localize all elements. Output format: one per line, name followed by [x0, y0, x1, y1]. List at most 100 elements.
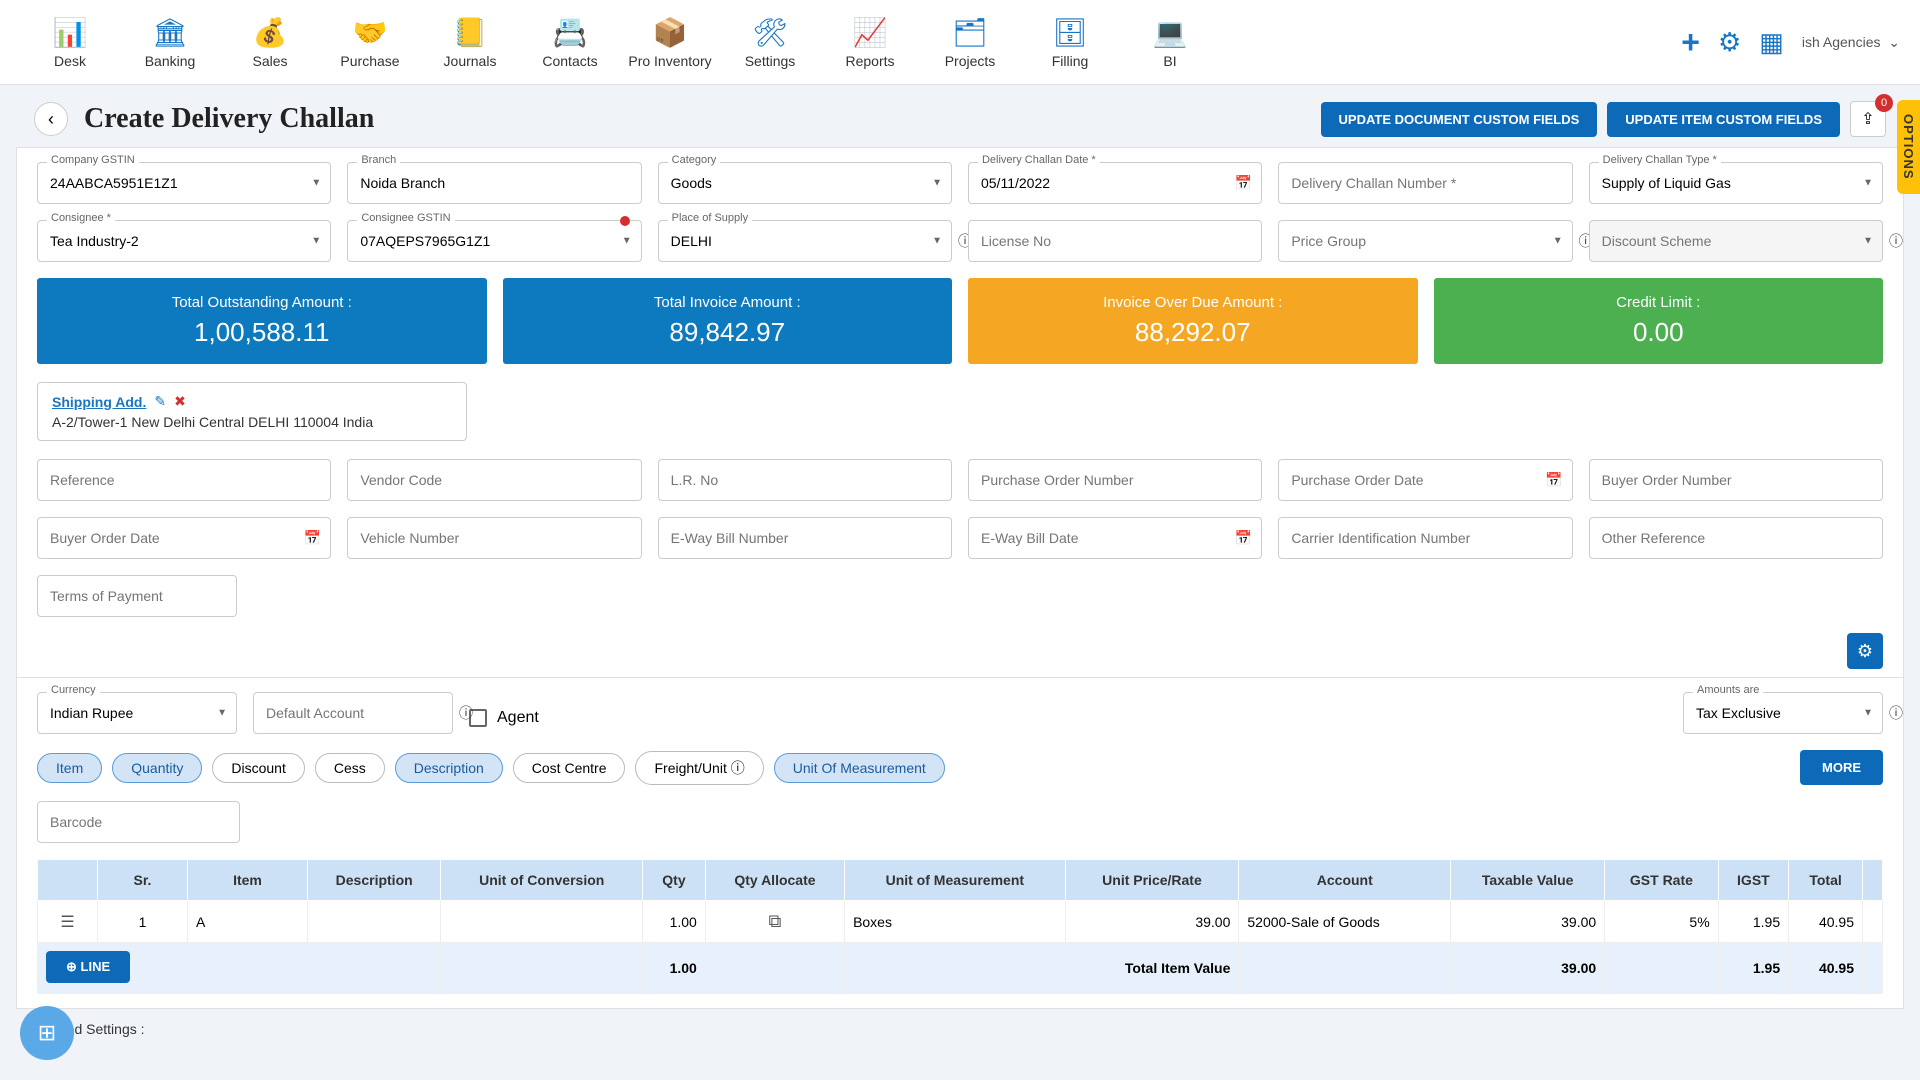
- page-header: ‹ Create Delivery Challan UPDATE DOCUMEN…: [0, 85, 1920, 147]
- upload-icon: ⇪: [1861, 109, 1874, 129]
- update-doc-custom-fields-button[interactable]: UPDATE DOCUMENT CUSTOM FIELDS: [1321, 102, 1598, 137]
- add-line-button[interactable]: ⊕ LINE: [46, 951, 130, 983]
- back-button[interactable]: ‹: [34, 102, 68, 136]
- carrier-id-field: [1278, 517, 1572, 559]
- form-container: Company GSTIN ▼ Branch Category ▼ Delive…: [16, 147, 1904, 1009]
- items-table: Sr. Item Description Unit of Conversion …: [37, 859, 1883, 994]
- table-totals-row: ⊕ LINE 1.00 Total Item Value 39.00 1.95 …: [38, 943, 1883, 994]
- pill-cess[interactable]: Cess: [315, 753, 385, 783]
- column-toggle-pills: Item Quantity Discount Cess Description …: [37, 750, 1883, 785]
- plus-icon[interactable]: +: [1681, 24, 1700, 61]
- currency-field[interactable]: Currency ▼: [37, 692, 237, 734]
- tile-credit: Credit Limit : 0.00: [1434, 278, 1884, 364]
- agent-label: Agent: [497, 709, 539, 727]
- shipping-address-box: Shipping Add. ✎ ✖ A-2/Tower-1 New Delhi …: [37, 382, 467, 441]
- pill-cost-centre[interactable]: Cost Centre: [513, 753, 626, 783]
- filling-icon: 🗄: [1052, 16, 1088, 49]
- nav-contacts[interactable]: 📇Contacts: [520, 16, 620, 69]
- nav-banking[interactable]: 🏛Banking: [120, 16, 220, 69]
- upload-badge: 0: [1875, 94, 1893, 112]
- nav-sales[interactable]: 💰Sales: [220, 16, 320, 69]
- apps-icon[interactable]: ▦: [1759, 27, 1784, 58]
- pill-description[interactable]: Description: [395, 753, 503, 783]
- upload-button[interactable]: ⇪ 0: [1850, 101, 1886, 137]
- nav-filling[interactable]: 🗄Filling: [1020, 16, 1120, 69]
- company-gstin-field[interactable]: Company GSTIN ▼: [37, 162, 331, 204]
- header-actions: UPDATE DOCUMENT CUSTOM FIELDS UPDATE ITE…: [1321, 101, 1886, 137]
- nav-reports[interactable]: 📈Reports: [820, 16, 920, 69]
- settings-icon: 🛠: [752, 16, 788, 49]
- consignee-field[interactable]: Consignee * ▼: [37, 220, 331, 262]
- calendar-icon: 📅: [1545, 472, 1562, 489]
- gear-icon[interactable]: ⚙: [1718, 27, 1741, 58]
- po-date-field: 📅: [1278, 459, 1572, 501]
- license-no-field[interactable]: [968, 220, 1262, 262]
- floating-apps-button[interactable]: ⊞: [20, 1006, 74, 1060]
- close-icon[interactable]: ✖: [174, 393, 186, 410]
- pill-discount[interactable]: Discount: [212, 753, 304, 783]
- nav-settings[interactable]: 🛠Settings: [720, 16, 820, 69]
- info-icon[interactable]: ⓘ: [459, 703, 473, 723]
- challan-number-field[interactable]: [1278, 162, 1572, 204]
- more-button[interactable]: MORE: [1800, 750, 1883, 785]
- consignee-gstin-field[interactable]: Consignee GSTIN ▼: [347, 220, 641, 262]
- info-icon[interactable]: ⓘ: [1889, 703, 1903, 723]
- eway-bill-date-field: 📅: [968, 517, 1262, 559]
- pill-quantity[interactable]: Quantity: [112, 753, 202, 783]
- nav-projects[interactable]: 🗂Projects: [920, 16, 1020, 69]
- nav-items: 📊Desk 🏛Banking 💰Sales 🤝Purchase 📒Journal…: [20, 16, 1220, 69]
- sales-icon: 💰: [253, 16, 288, 49]
- calendar-icon: 📅: [1235, 530, 1252, 547]
- advanced-settings-label[interactable]: Advanced Settings :: [0, 1009, 1920, 1041]
- vehicle-number-field: [347, 517, 641, 559]
- calendar-icon: 📅: [1235, 175, 1252, 192]
- projects-icon: 🗂: [952, 16, 988, 49]
- journals-icon: 📒: [453, 16, 488, 49]
- page-title: Create Delivery Challan: [84, 103, 374, 135]
- agent-checkbox-wrap[interactable]: Agent: [469, 692, 539, 734]
- shipping-address-text: A-2/Tower-1 New Delhi Central DELHI 1100…: [52, 414, 452, 430]
- tile-invoice: Total Invoice Amount : 89,842.97: [503, 278, 953, 364]
- summary-tiles: Total Outstanding Amount : 1,00,588.11 T…: [37, 278, 1883, 364]
- price-group-field[interactable]: ▼ ⓘ: [1278, 220, 1572, 262]
- update-item-custom-fields-button[interactable]: UPDATE ITEM CUSTOM FIELDS: [1607, 102, 1840, 137]
- default-account-field[interactable]: ⓘ: [253, 692, 453, 734]
- category-field[interactable]: Category ▼: [658, 162, 952, 204]
- discount-scheme-field[interactable]: ▼ ⓘ: [1589, 220, 1883, 262]
- branch-field[interactable]: Branch: [347, 162, 641, 204]
- table-row[interactable]: ☰ 1 A 1.00 ⧉ Boxes 39.00 52000-Sale of G…: [38, 901, 1883, 943]
- pill-item[interactable]: Item: [37, 753, 102, 783]
- config-gear-button[interactable]: ⚙: [1847, 633, 1883, 669]
- drag-handle-icon[interactable]: ☰: [60, 914, 74, 931]
- reports-icon: 📈: [853, 16, 888, 49]
- lr-no-field: [658, 459, 952, 501]
- pill-uom[interactable]: Unit Of Measurement: [774, 753, 945, 783]
- nav-bi[interactable]: 💻BI: [1120, 16, 1220, 69]
- info-icon: ⓘ: [731, 760, 745, 776]
- agency-dropdown[interactable]: ish Agencies ⌄: [1802, 34, 1900, 51]
- other-reference-field: [1589, 517, 1883, 559]
- nav-purchase[interactable]: 🤝Purchase: [320, 16, 420, 69]
- amounts-are-field[interactable]: Amounts are ▼ ⓘ: [1683, 692, 1883, 734]
- vendor-code-field: [347, 459, 641, 501]
- nav-journals[interactable]: 📒Journals: [420, 16, 520, 69]
- nav-desk[interactable]: 📊Desk: [20, 16, 120, 69]
- challan-date-field[interactable]: Delivery Challan Date * 📅: [968, 162, 1262, 204]
- shipping-add-link[interactable]: Shipping Add.: [52, 394, 146, 410]
- place-supply-field[interactable]: Place of Supply ▼ ⓘ: [658, 220, 952, 262]
- challan-type-field[interactable]: Delivery Challan Type * ▼: [1589, 162, 1883, 204]
- edit-icon[interactable]: ✎: [154, 393, 166, 410]
- indicator-dot-icon: [620, 216, 630, 226]
- options-side-tab[interactable]: OPTIONS: [1897, 100, 1920, 194]
- info-icon[interactable]: ⓘ: [1889, 231, 1903, 251]
- top-nav: 📊Desk 🏛Banking 💰Sales 🤝Purchase 📒Journal…: [0, 0, 1920, 85]
- barcode-field: [37, 801, 240, 843]
- pill-freight[interactable]: Freight/Unit ⓘ: [635, 751, 763, 785]
- terms-payment-field: [37, 575, 237, 617]
- desk-icon: 📊: [53, 16, 88, 49]
- divider: [17, 677, 1903, 678]
- allocate-icon[interactable]: ⧉: [769, 911, 782, 931]
- nav-proinventory[interactable]: 📦Pro Inventory: [620, 16, 720, 69]
- buyer-order-no-field: [1589, 459, 1883, 501]
- apps-grid-icon: ⊞: [38, 1020, 56, 1046]
